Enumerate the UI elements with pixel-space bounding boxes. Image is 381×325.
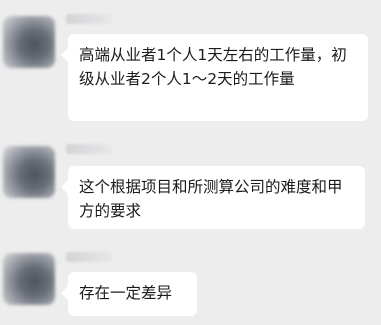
chat-thread: 高端从业者1个人1天左右的工作量，初级从业者2个人1～2天的工作量 这个根据项目… bbox=[0, 0, 381, 325]
message-bubble[interactable]: 高端从业者1个人1天左右的工作量，初级从业者2个人1～2天的工作量 bbox=[68, 34, 368, 121]
avatar[interactable] bbox=[3, 16, 55, 68]
sender-name-blurred bbox=[66, 14, 112, 24]
sender-name-blurred bbox=[66, 252, 112, 262]
message-bubble[interactable]: 这个根据项目和所测算公司的难度和甲方的要求 bbox=[68, 166, 365, 229]
sender-name-blurred bbox=[66, 144, 112, 154]
message-bubble[interactable]: 存在一定差异 bbox=[68, 272, 197, 316]
avatar[interactable] bbox=[3, 253, 55, 305]
avatar[interactable] bbox=[3, 146, 55, 198]
